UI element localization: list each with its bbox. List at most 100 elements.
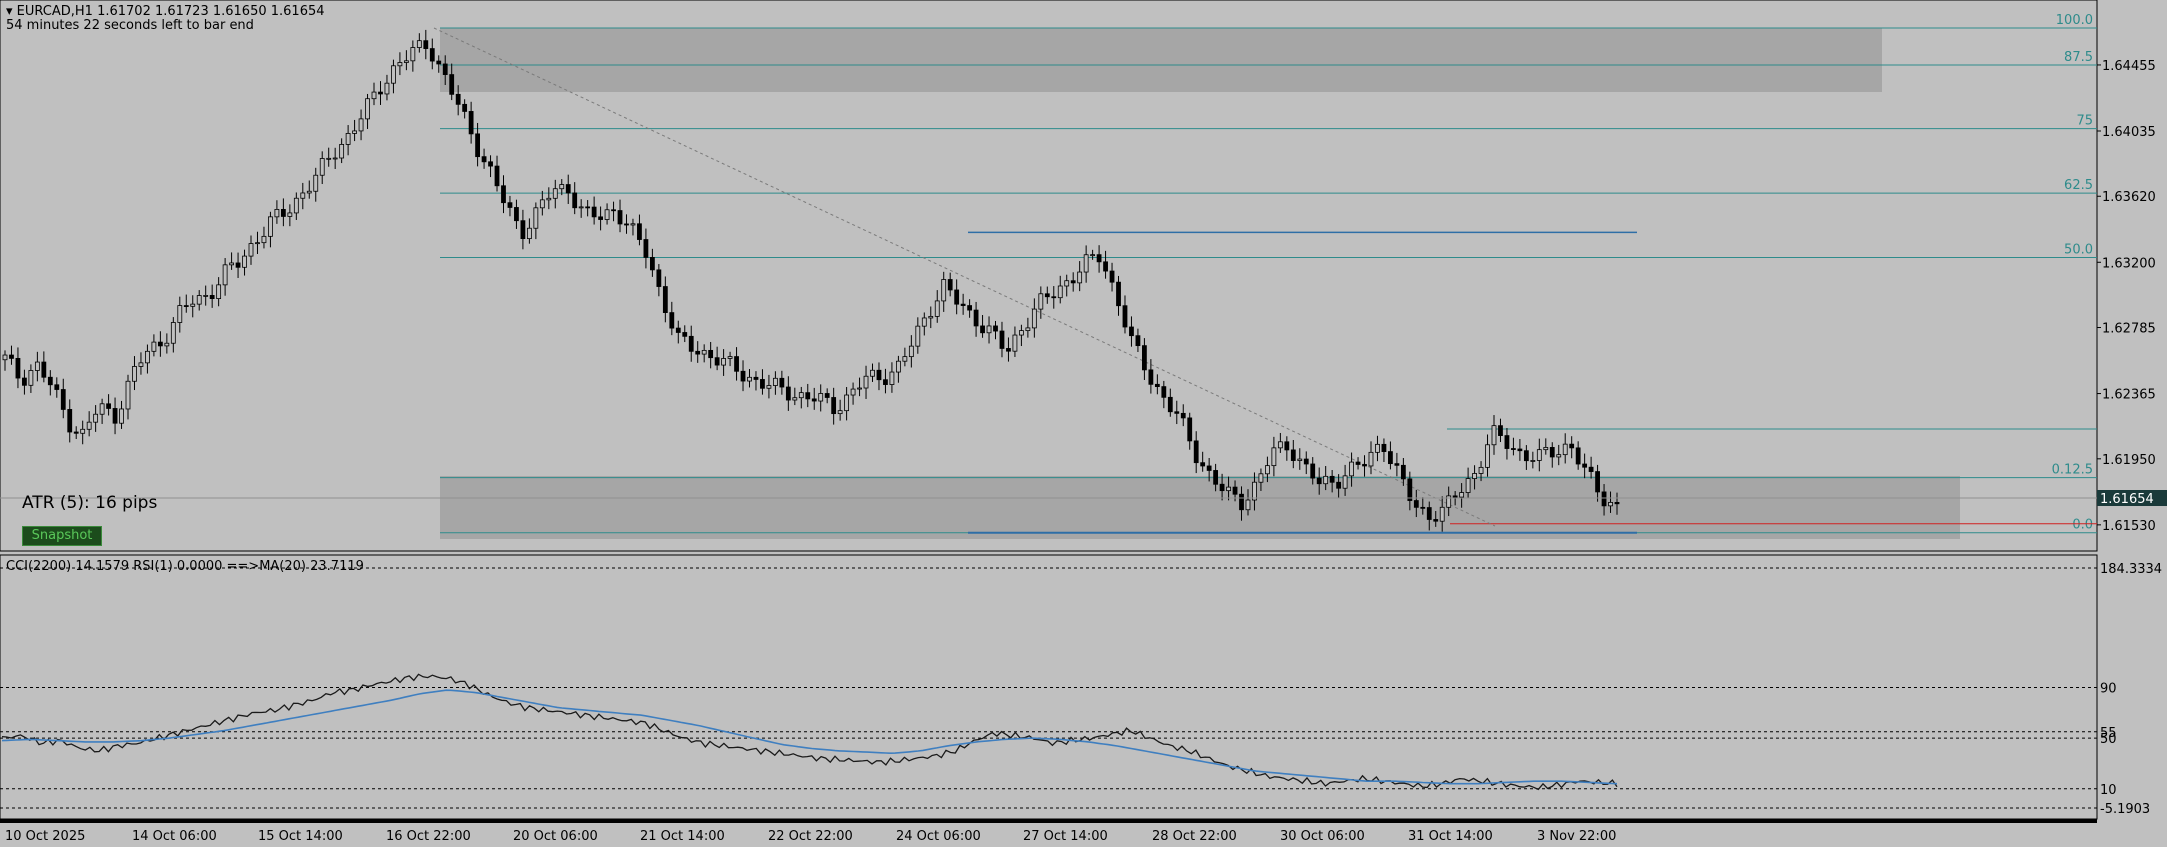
candle-body (1498, 425, 1503, 436)
candle-body (177, 305, 183, 323)
price-tick-label: 1.64035 (2102, 125, 2156, 140)
candle-body (488, 161, 493, 167)
candle-body (805, 392, 811, 400)
fib-level-label: 87.5 (2064, 50, 2093, 65)
candle-body (1051, 296, 1057, 299)
candle-body (1588, 466, 1594, 472)
candle-body (352, 130, 357, 134)
candle-body (170, 322, 176, 344)
fib-level-label: 100.0 (2056, 13, 2093, 28)
candle-body (449, 74, 455, 95)
candle-body (1543, 447, 1549, 451)
candle-body (255, 242, 260, 245)
candle-body (863, 375, 869, 389)
candle-body (1142, 345, 1147, 371)
time-tick-label: 31 Oct 14:00 (1408, 829, 1493, 844)
candle-body (365, 98, 370, 120)
time-axis: 10 Oct 2025 14 Oct 06:00 15 Oct 14:00 16 Oc… (5, 829, 1616, 844)
candle-body (637, 223, 642, 240)
candle-body (688, 335, 694, 352)
candle-body (1057, 285, 1063, 299)
candle-body (1329, 475, 1335, 483)
trading-chart[interactable]: 100.087.57562.550.00.12.50.0 1.644551.64… (0, 0, 2167, 847)
candle-body (1174, 411, 1180, 414)
candle-body (300, 192, 306, 199)
candle-body (1614, 502, 1620, 505)
candle-body (1265, 465, 1270, 475)
candle-body (533, 207, 539, 229)
indicator-tick-label: 50 (2100, 732, 2117, 747)
candle-body (403, 60, 409, 63)
candle-body (345, 133, 351, 145)
candle-body (1129, 326, 1134, 337)
candle-body (695, 350, 701, 355)
candle-body (747, 376, 752, 382)
snapshot-button[interactable]: Snapshot (22, 526, 102, 546)
candle-body (941, 279, 947, 302)
time-tick-label: 16 Oct 22:00 (386, 829, 471, 844)
candle-body (468, 111, 474, 135)
indicator-tick-label: -5.1903 (2100, 802, 2150, 817)
candle-body (481, 156, 487, 163)
candle-body (721, 358, 727, 366)
candle-body (229, 262, 234, 266)
lower-zone (440, 476, 1960, 539)
time-tick-label: 27 Oct 14:00 (1023, 829, 1108, 844)
price-tick-label: 1.61530 (2102, 519, 2156, 534)
candle-body (585, 206, 591, 209)
candle-body (792, 397, 798, 401)
candle-body (1226, 486, 1231, 492)
candle-body (598, 216, 603, 220)
candle-body (1582, 463, 1588, 468)
candle-body (591, 206, 597, 218)
candle-body (222, 264, 228, 286)
candle-body (1375, 443, 1380, 453)
candle-body (209, 295, 215, 299)
candle-body (1297, 458, 1303, 461)
fib-level-label: 75 (2076, 114, 2093, 129)
candle-body (714, 357, 720, 366)
candle-body (999, 330, 1005, 349)
candle-body (268, 216, 273, 237)
candle-body (73, 431, 79, 434)
candle-body (1161, 386, 1167, 398)
symbol-header: ▾ EURCAD,H1 1.61702 1.61723 1.61650 1.61… (6, 5, 325, 19)
candle-body (1433, 519, 1439, 522)
candle-body (908, 345, 914, 358)
candle-body (1342, 475, 1348, 489)
candle-body (1303, 458, 1309, 465)
candle-body (1258, 473, 1264, 483)
fib-level-label: 62.5 (2064, 178, 2093, 193)
candle-body (1465, 478, 1471, 493)
candle-body (1219, 483, 1225, 492)
candle-body (1038, 293, 1044, 310)
candle-body (235, 262, 241, 268)
candle-body (41, 361, 47, 378)
candle-body (649, 257, 655, 271)
candle-body (520, 220, 526, 240)
candle-body (501, 185, 506, 204)
collapse-triangle-icon[interactable]: ▾ (6, 4, 13, 19)
candle-body (67, 409, 73, 433)
candle-body (526, 227, 532, 240)
candle-body (1407, 478, 1413, 501)
candle-body (682, 332, 688, 337)
candle-body (1090, 254, 1096, 257)
candle-body (1459, 492, 1465, 498)
candle-body (850, 388, 856, 396)
candle-body (1388, 451, 1393, 465)
candle-body (203, 295, 209, 297)
candle-body (1122, 305, 1128, 328)
candle-body (708, 349, 714, 359)
indicator-tick-label: 90 (2100, 681, 2117, 696)
candle-body (630, 223, 636, 226)
candle-body (1530, 460, 1536, 462)
candle-body (261, 235, 267, 244)
time-tick-label: 14 Oct 06:00 (132, 829, 217, 844)
candle-body (837, 410, 843, 415)
candle-body (1012, 334, 1018, 352)
candle-body (1187, 417, 1193, 442)
candle-body (1232, 486, 1238, 495)
candle-body (779, 377, 785, 388)
candle-body (112, 408, 118, 424)
